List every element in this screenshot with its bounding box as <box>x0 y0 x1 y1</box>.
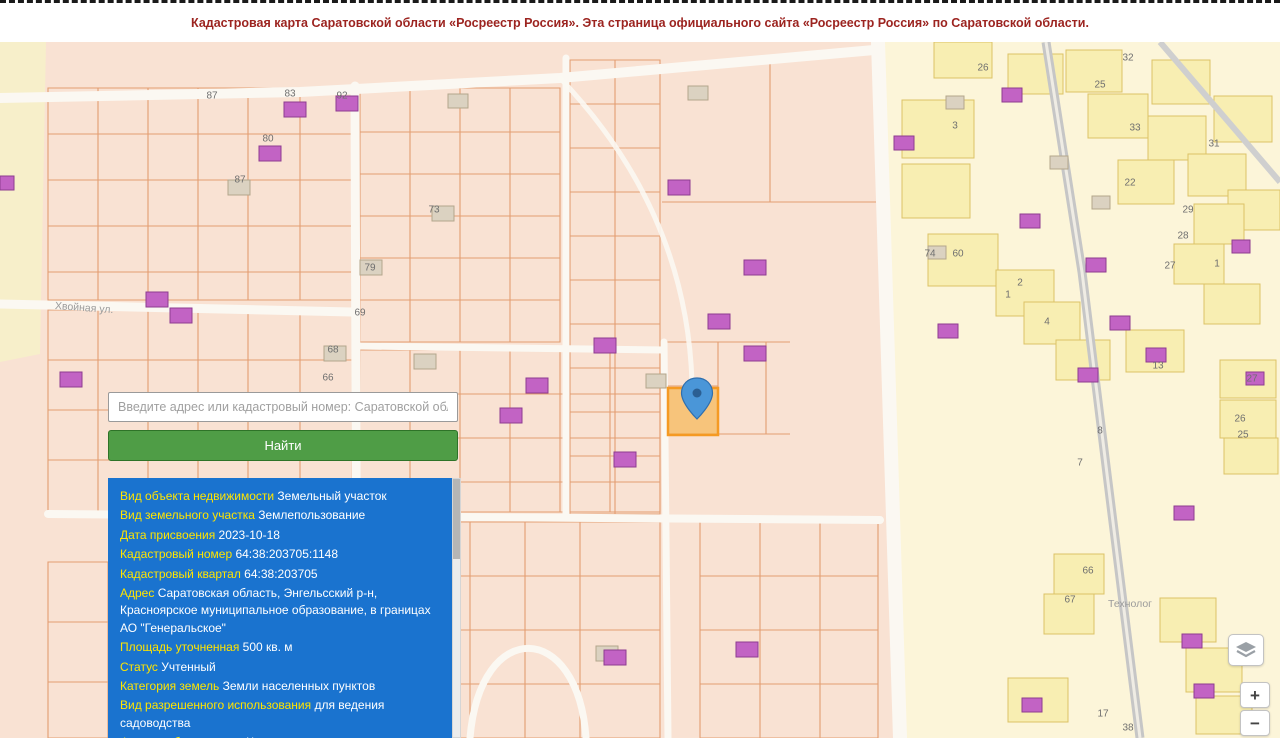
search-button[interactable]: Найти <box>108 430 458 461</box>
layers-button[interactable] <box>1228 634 1264 666</box>
info-row: Кадастровый номер 64:38:203705:1148 <box>120 547 339 562</box>
left-yellow-strip <box>0 42 46 362</box>
page: Кадастровая карта Саратовской области «Р… <box>0 0 1280 738</box>
header: Кадастровая карта Саратовской области «Р… <box>0 0 1280 42</box>
search-input[interactable] <box>108 392 458 422</box>
info-row: Вид объекта недвижимости Земельный участ… <box>120 489 387 503</box>
info-row: Вид разрешенного использования для веден… <box>120 698 385 730</box>
info-panel: Вид объекта недвижимости Земельный участ… <box>108 478 452 738</box>
info-panel-scrollbar[interactable] <box>452 478 461 738</box>
info-panel-rows: Вид объекта недвижимости Земельный участ… <box>120 488 440 738</box>
info-row: Адрес Саратовская область, Энгельсский р… <box>120 585 431 635</box>
zoom-in-button[interactable]: + <box>1240 682 1270 708</box>
scrollbar-thumb[interactable] <box>453 479 460 559</box>
info-row: Площадь уточненная 500 кв. м <box>120 640 293 655</box>
layers-icon <box>1236 641 1256 657</box>
info-row: Вид земельного участка Землепользование <box>120 508 366 523</box>
page-title: Кадастровая карта Саратовской области «Р… <box>191 15 1089 30</box>
zoom-out-button[interactable]: − <box>1240 710 1270 736</box>
info-row: Кадастровый квартал 64:38:203705 <box>120 566 318 581</box>
info-row: Форма собственности Частная <box>120 734 440 738</box>
info-row: Дата присвоения 2023-10-18 <box>120 527 280 542</box>
info-row: Статус Учтенный <box>120 659 216 674</box>
info-row: Категория земель Земли населенных пункто… <box>120 678 376 693</box>
map-container[interactable]: 87 83 92 80 87 73 79 69 68 66 26 25 32 3 33 31 22 29 28 74 6… <box>0 42 1280 738</box>
